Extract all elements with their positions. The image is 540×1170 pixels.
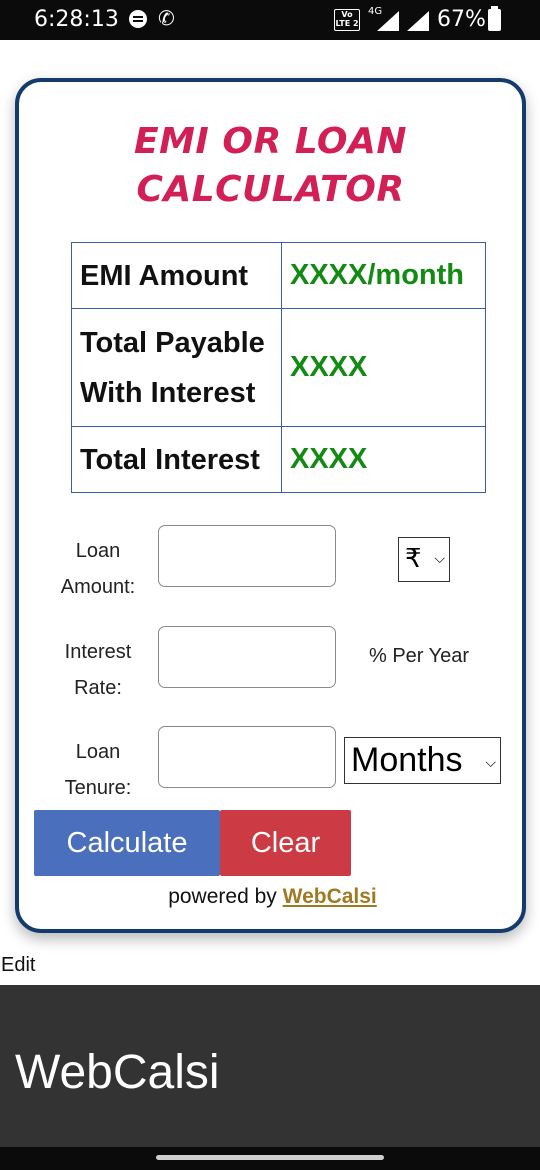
home-indicator[interactable] — [156, 1155, 384, 1160]
webcalsi-link[interactable]: WebCalsi — [283, 885, 377, 908]
message-icon — [129, 10, 147, 28]
status-time: 6:28:13 — [34, 7, 119, 32]
total-payable-label: Total Payable With Interest — [71, 308, 282, 427]
tenure-unit-select[interactable]: Months ⌵ — [344, 737, 501, 784]
table-row: EMI Amount XXXX/month — [71, 242, 486, 309]
calculator-title: EMI OR LOAN CALCULATOR — [134, 121, 407, 210]
volte-icon: Vo LTE 2 — [334, 9, 360, 31]
loan-amount-label: Loan Amount: — [60, 540, 136, 598]
signal-icon — [377, 11, 399, 31]
total-interest-label: Total Interest — [71, 426, 282, 493]
calculator-card: EMI OR LOAN CALCULATOR EMI Amount XXXX/m… — [15, 78, 526, 933]
footer-title: WebCalsi — [15, 1046, 220, 1099]
table-row: Total Payable With Interest XXXX — [71, 308, 486, 427]
battery-icon — [488, 6, 501, 31]
battery-percent: 67% — [437, 7, 486, 32]
currency-symbol: ₹ — [405, 544, 422, 574]
site-footer: WebCalsi — [0, 985, 540, 1147]
emi-amount-value: XXXX/month — [281, 242, 486, 309]
interest-unit-label: % Per Year — [369, 645, 470, 667]
emi-amount-label: EMI Amount — [71, 242, 282, 309]
table-row: Total Interest XXXX — [71, 426, 486, 493]
chevron-down-icon: ⌵ — [434, 551, 445, 567]
loan-amount-input[interactable] — [158, 525, 336, 587]
wifi-call-icon: ✆ — [158, 6, 175, 30]
chevron-down-icon: ⌵ — [485, 754, 496, 770]
powered-by: powered by WebCalsi — [19, 885, 526, 909]
interest-rate-input[interactable] — [158, 626, 336, 688]
results-table: EMI Amount XXXX/month Total Payable With… — [71, 242, 486, 493]
signal-icon — [407, 11, 429, 31]
tenure-unit-value: Months — [351, 741, 463, 779]
loan-tenure-input[interactable] — [158, 726, 336, 788]
loan-tenure-label: Loan Tenure: — [64, 741, 132, 799]
edit-link[interactable]: Edit — [1, 954, 35, 977]
calculate-button[interactable]: Calculate — [34, 810, 220, 876]
navigation-bar — [0, 1147, 540, 1170]
status-bar: 6:28:13 ✆ Vo LTE 2 4G 67% — [0, 0, 540, 40]
currency-select[interactable]: ₹ ⌵ — [398, 537, 450, 582]
total-payable-value: XXXX — [281, 308, 486, 427]
total-interest-value: XXXX — [281, 426, 486, 493]
clear-button[interactable]: Clear — [220, 810, 351, 876]
powered-by-text: powered by — [168, 885, 277, 908]
interest-rate-label: Interest Rate: — [64, 641, 132, 699]
